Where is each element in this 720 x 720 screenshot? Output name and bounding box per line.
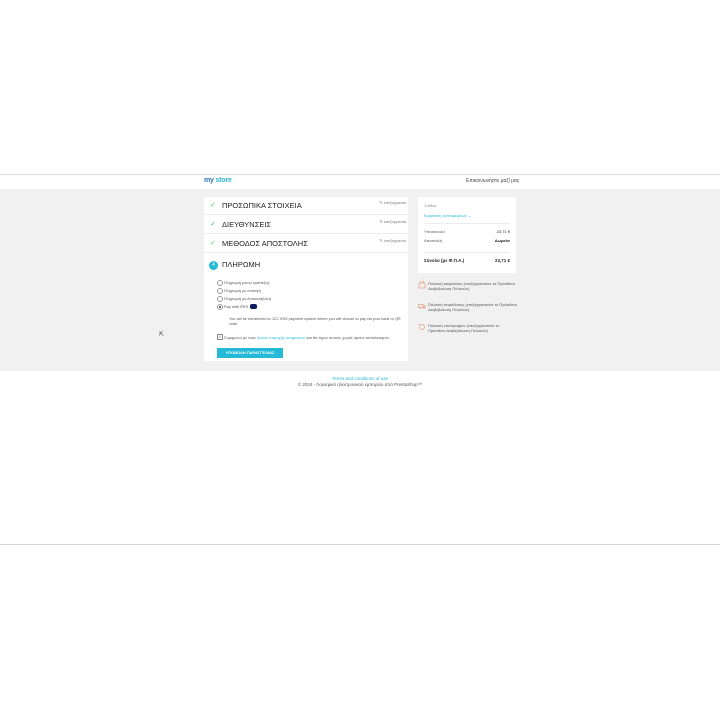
total-row: Σύνολο (με Φ.Π.Α.) 23,71 €	[424, 258, 510, 263]
copyright-text: © 2024 - Λογισμικό ηλεκτρονικού εμπορίου…	[297, 382, 423, 387]
delivery-icon	[418, 304, 426, 309]
step-personal-info[interactable]: ✓ ΠΡΟΣΩΠΙΚΑ ΣΤΟΙΧΕΙΑ ✎ επεξεργασία	[204, 197, 408, 215]
check-icon: ✓	[210, 221, 216, 228]
contact-link[interactable]: Επικοινωνήστε μαζί μας	[466, 178, 519, 184]
check-icon: ✓	[210, 240, 216, 247]
edit-link[interactable]: ✎ επεξεργασία	[379, 200, 406, 205]
terms-footer-link[interactable]: Terms and conditions of use	[0, 376, 720, 381]
place-order-button[interactable]: ΥΠΟΒΟΛΗ ΠΑΡΑΓΓΕΛΙΑΣ	[217, 348, 283, 358]
step-title: ΜΕΘΟΔΟΣ ΑΠΟΣΤΟΛΗΣ	[222, 239, 308, 248]
summary-divider	[424, 223, 510, 224]
radio-button-selected[interactable]	[217, 304, 223, 310]
terms-link[interactable]: όρους παροχής υπηρεσιών	[257, 335, 305, 340]
site-header	[0, 175, 720, 189]
bottom-divider	[0, 544, 720, 545]
mouse-cursor-icon: ⇱	[159, 332, 165, 338]
iris-logo-icon	[250, 304, 258, 310]
step-payment-title: ΠΛΗΡΩΜΗ	[222, 260, 261, 269]
check-icon: ✓	[210, 202, 216, 209]
checkout-steps-panel: ✓ ΠΡΟΣΩΠΙΚΑ ΣΤΟΙΧΕΙΑ ✎ επεξεργασία ✓ ΔΙΕ…	[204, 197, 408, 361]
return-icon	[418, 324, 425, 330]
show-details-link[interactable]: Εμφάνιση λεπτομερειών ⌄	[424, 213, 471, 218]
payment-description: You will be transferred to JCC IRIS paym…	[229, 317, 401, 326]
step-title: ΠΡΟΣΩΠΙΚΑ ΣΤΟΙΧΕΙΑ	[222, 201, 302, 210]
shipping-row: Αποστολή Δωρεάν	[424, 238, 510, 243]
item-count: 1 είδος	[424, 203, 437, 208]
summary-divider	[424, 252, 510, 253]
subtotal-row: Υποσύνολο 23,71 €	[424, 229, 510, 234]
radio-button[interactable]	[217, 296, 223, 302]
store-logo[interactable]: my store	[204, 177, 232, 184]
radio-button[interactable]	[217, 288, 223, 294]
edit-link[interactable]: ✎ επεξεργασία	[379, 219, 406, 224]
security-icon	[418, 281, 426, 289]
step-addresses[interactable]: ✓ ΔΙΕΥΘΥΝΣΕΙΣ ✎ επεξεργασία	[204, 216, 408, 234]
radio-button[interactable]	[217, 280, 223, 286]
cart-summary: 1 είδος Εμφάνιση λεπτομερειών ⌄ Υποσύνολ…	[418, 197, 516, 273]
step-shipping-method[interactable]: ✓ ΜΕΘΟΔΟΣ ΑΠΟΣΤΟΛΗΣ ✎ επεξεργασία	[204, 235, 408, 253]
step-number-badge: 4	[209, 261, 218, 270]
edit-link[interactable]: ✎ επεξεργασία	[379, 238, 406, 243]
terms-checkbox[interactable]: ✓	[217, 334, 223, 340]
step-title: ΔΙΕΥΘΥΝΣΕΙΣ	[222, 220, 272, 229]
